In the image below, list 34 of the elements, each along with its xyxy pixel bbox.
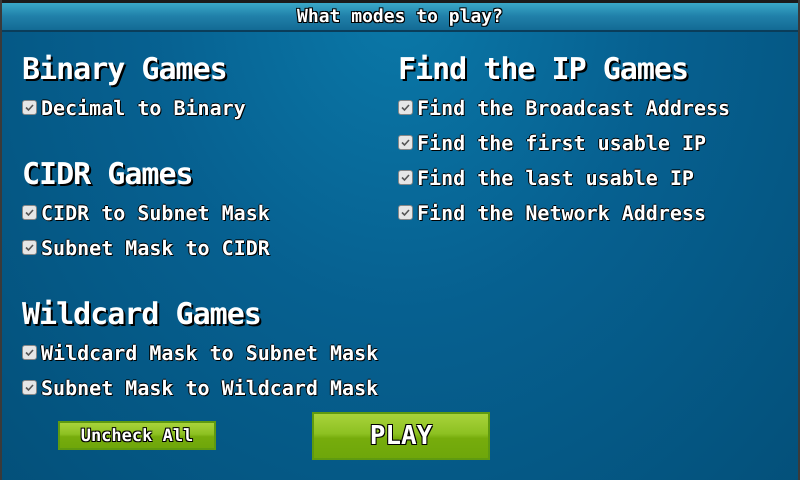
group-heading: CIDR Games: [22, 156, 193, 194]
checkbox[interactable]: [22, 100, 37, 115]
group-heading: Wildcard Games: [22, 296, 261, 334]
checkmark-icon: [24, 102, 35, 113]
checkmark-icon: [24, 207, 35, 218]
checkmark-icon: [24, 347, 35, 358]
option-label: Subnet Mask to CIDR: [41, 236, 270, 260]
checkmark-icon: [400, 172, 411, 183]
option-label: CIDR to Subnet Mask: [41, 200, 270, 224]
uncheck-all-button[interactable]: Uncheck All: [58, 421, 216, 450]
checkbox[interactable]: [22, 380, 37, 395]
option-label: Find the last usable IP: [417, 166, 694, 190]
screen-title: What modes to play?: [297, 6, 503, 27]
option-label: Wildcard Mask to Subnet Mask: [41, 340, 378, 364]
checkbox[interactable]: [398, 205, 413, 220]
checkmark-icon: [400, 207, 411, 218]
option-label: Decimal to Binary: [41, 96, 246, 120]
checkbox[interactable]: [22, 345, 37, 360]
option-label: Subnet Mask to Wildcard Mask: [41, 376, 378, 400]
checkbox[interactable]: [22, 205, 37, 220]
checkbox[interactable]: [22, 240, 37, 255]
checkbox[interactable]: [398, 170, 413, 185]
group-heading: Binary Games: [22, 51, 227, 89]
option-label: Find the Broadcast Address: [417, 96, 730, 120]
checkmark-icon: [400, 137, 411, 148]
play-button[interactable]: PLAY: [312, 412, 490, 460]
group-heading: Find the IP Games: [398, 51, 688, 89]
checkmark-icon: [400, 102, 411, 113]
checkmark-icon: [24, 382, 35, 393]
checkbox[interactable]: [398, 135, 413, 150]
option-label: Find the Network Address: [417, 200, 706, 224]
checkbox[interactable]: [398, 100, 413, 115]
option-label: Find the first usable IP: [417, 130, 706, 154]
checkmark-icon: [24, 242, 35, 253]
